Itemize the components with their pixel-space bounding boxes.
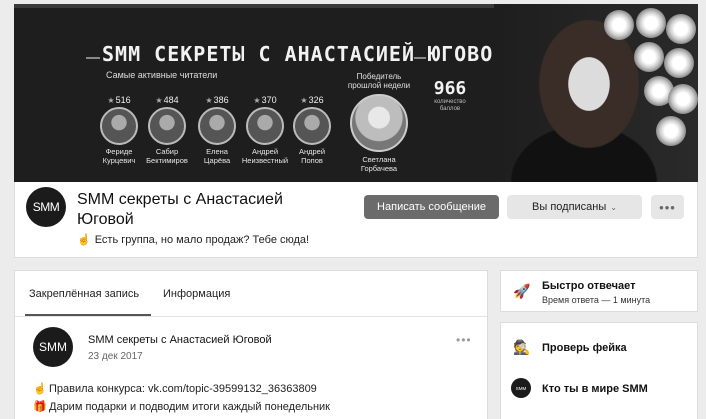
- active-tab-indicator: [25, 314, 151, 316]
- send-message-button[interactable]: Написать сообщение: [364, 195, 499, 219]
- tab-pinned-post[interactable]: Закреплённая запись: [29, 288, 139, 300]
- group-header: SMM SMM секреты с Анастасией Юговой ☝ Ест…: [14, 182, 698, 258]
- banner-divider-left: [86, 57, 100, 59]
- star-icon: ★: [253, 96, 261, 105]
- star-icon: ★: [300, 96, 308, 105]
- post-text-line: ☝ Правила конкурса: vk.com/topic-39599132…: [33, 382, 317, 395]
- reader-photo: [293, 107, 331, 145]
- vk-group-page: SMM секреты с Анастасией Юговой Самые ак…: [0, 0, 706, 419]
- winner-points: 966 количество баллов: [430, 78, 470, 113]
- banner-divider-right: [414, 57, 426, 59]
- group-apps-card: 🕵 Проверь фейка SMM Кто ты в мире SMM: [500, 322, 698, 419]
- light-bulb: [664, 48, 694, 78]
- post-author-name[interactable]: SMM секреты с Анастасией Юговой: [88, 334, 272, 346]
- post-more-button[interactable]: •••: [456, 333, 472, 347]
- cover-portrait: [494, 4, 698, 182]
- reader-photo: [198, 107, 236, 145]
- light-bulb: [604, 10, 634, 40]
- star-icon: ★: [107, 96, 115, 105]
- rocket-icon: 🚀: [513, 283, 531, 299]
- post-text-line: 🎁 Дарим подарки и подводим итоги каждый п…: [33, 400, 330, 413]
- points-value: 966: [433, 78, 467, 99]
- reader-score: ★326: [300, 95, 324, 105]
- reader-last-name: Попов: [301, 156, 323, 165]
- winner-first-name: Светлана: [362, 155, 396, 164]
- winner-label: Победитель: [356, 72, 402, 81]
- app-check-fake[interactable]: Проверь фейка: [542, 342, 627, 354]
- light-bulb: [666, 14, 696, 44]
- points-caption: количество: [434, 99, 466, 105]
- reader-photo: [148, 107, 186, 145]
- banner-title: SMM секреты с Анастасией Юговой: [102, 42, 507, 66]
- app-who-are-you-smm[interactable]: Кто ты в мире SMM: [542, 383, 648, 395]
- light-bulb: [636, 8, 666, 38]
- wall-post-card: Закреплённая запись Информация SMM SMM с…: [14, 270, 488, 419]
- reader-photo: [246, 107, 284, 145]
- weekly-winner: Победитель прошлой недели Светлана Горба…: [339, 72, 419, 173]
- winner-photo: [350, 94, 408, 152]
- light-bulb: [656, 116, 686, 146]
- points-caption-2: баллов: [439, 106, 461, 112]
- star-icon: ★: [205, 96, 213, 105]
- post-tabs: Закреплённая запись Информация: [15, 271, 487, 317]
- fast-response-card: 🚀 Быстро отвечает Время ответа — 1 минут…: [500, 270, 698, 312]
- light-bulb: [668, 84, 698, 114]
- top-reader: ★326 Андрей Попов: [282, 95, 342, 165]
- light-bulb: [634, 42, 664, 72]
- winner-label-2: прошлой недели: [347, 81, 411, 90]
- group-status-text: Есть группа, но мало продаж? Тебе сюда!: [94, 234, 310, 246]
- subscribed-label: Вы подписаны: [532, 201, 607, 213]
- post-author-avatar[interactable]: SMM: [33, 327, 73, 367]
- star-icon: ★: [155, 96, 163, 105]
- group-cover: SMM секреты с Анастасией Юговой Самые ак…: [14, 4, 698, 182]
- fake-check-app-icon: 🕵: [513, 339, 531, 355]
- post-text: Дарим подарки и подводим итоги каждый по…: [49, 401, 330, 413]
- fast-response-title: Быстро отвечает: [542, 280, 636, 292]
- more-actions-button[interactable]: •••: [651, 195, 684, 219]
- post-date[interactable]: 23 дек 2017: [88, 351, 143, 362]
- post-rules-link[interactable]: Правила конкурса: vk.com/topic-39599132_…: [49, 383, 317, 395]
- reader-first-name: Андрей: [298, 147, 326, 156]
- subscribed-dropdown-button[interactable]: Вы подписаны ⌄: [507, 195, 642, 219]
- hand-pointing-icon: ☝: [33, 383, 47, 395]
- group-status: ☝ Есть группа, но мало продаж? Тебе сюда!: [77, 233, 309, 246]
- chevron-down-icon: ⌄: [610, 202, 617, 212]
- winner-last-name: Горбачева: [360, 164, 398, 173]
- tab-information[interactable]: Информация: [163, 288, 230, 300]
- group-title: SMM секреты с Анастасией Юговой: [77, 191, 283, 228]
- reader-photo: [100, 107, 138, 145]
- smm-app-logo: SMM: [511, 378, 531, 398]
- banner-subtitle: Самые активные читатели: [106, 70, 218, 80]
- response-time: Время ответа — 1 минута: [542, 295, 651, 305]
- gift-icon: 🎁: [33, 401, 47, 413]
- hand-pointing-icon: ☝: [77, 234, 91, 246]
- group-avatar[interactable]: SMM: [26, 187, 66, 227]
